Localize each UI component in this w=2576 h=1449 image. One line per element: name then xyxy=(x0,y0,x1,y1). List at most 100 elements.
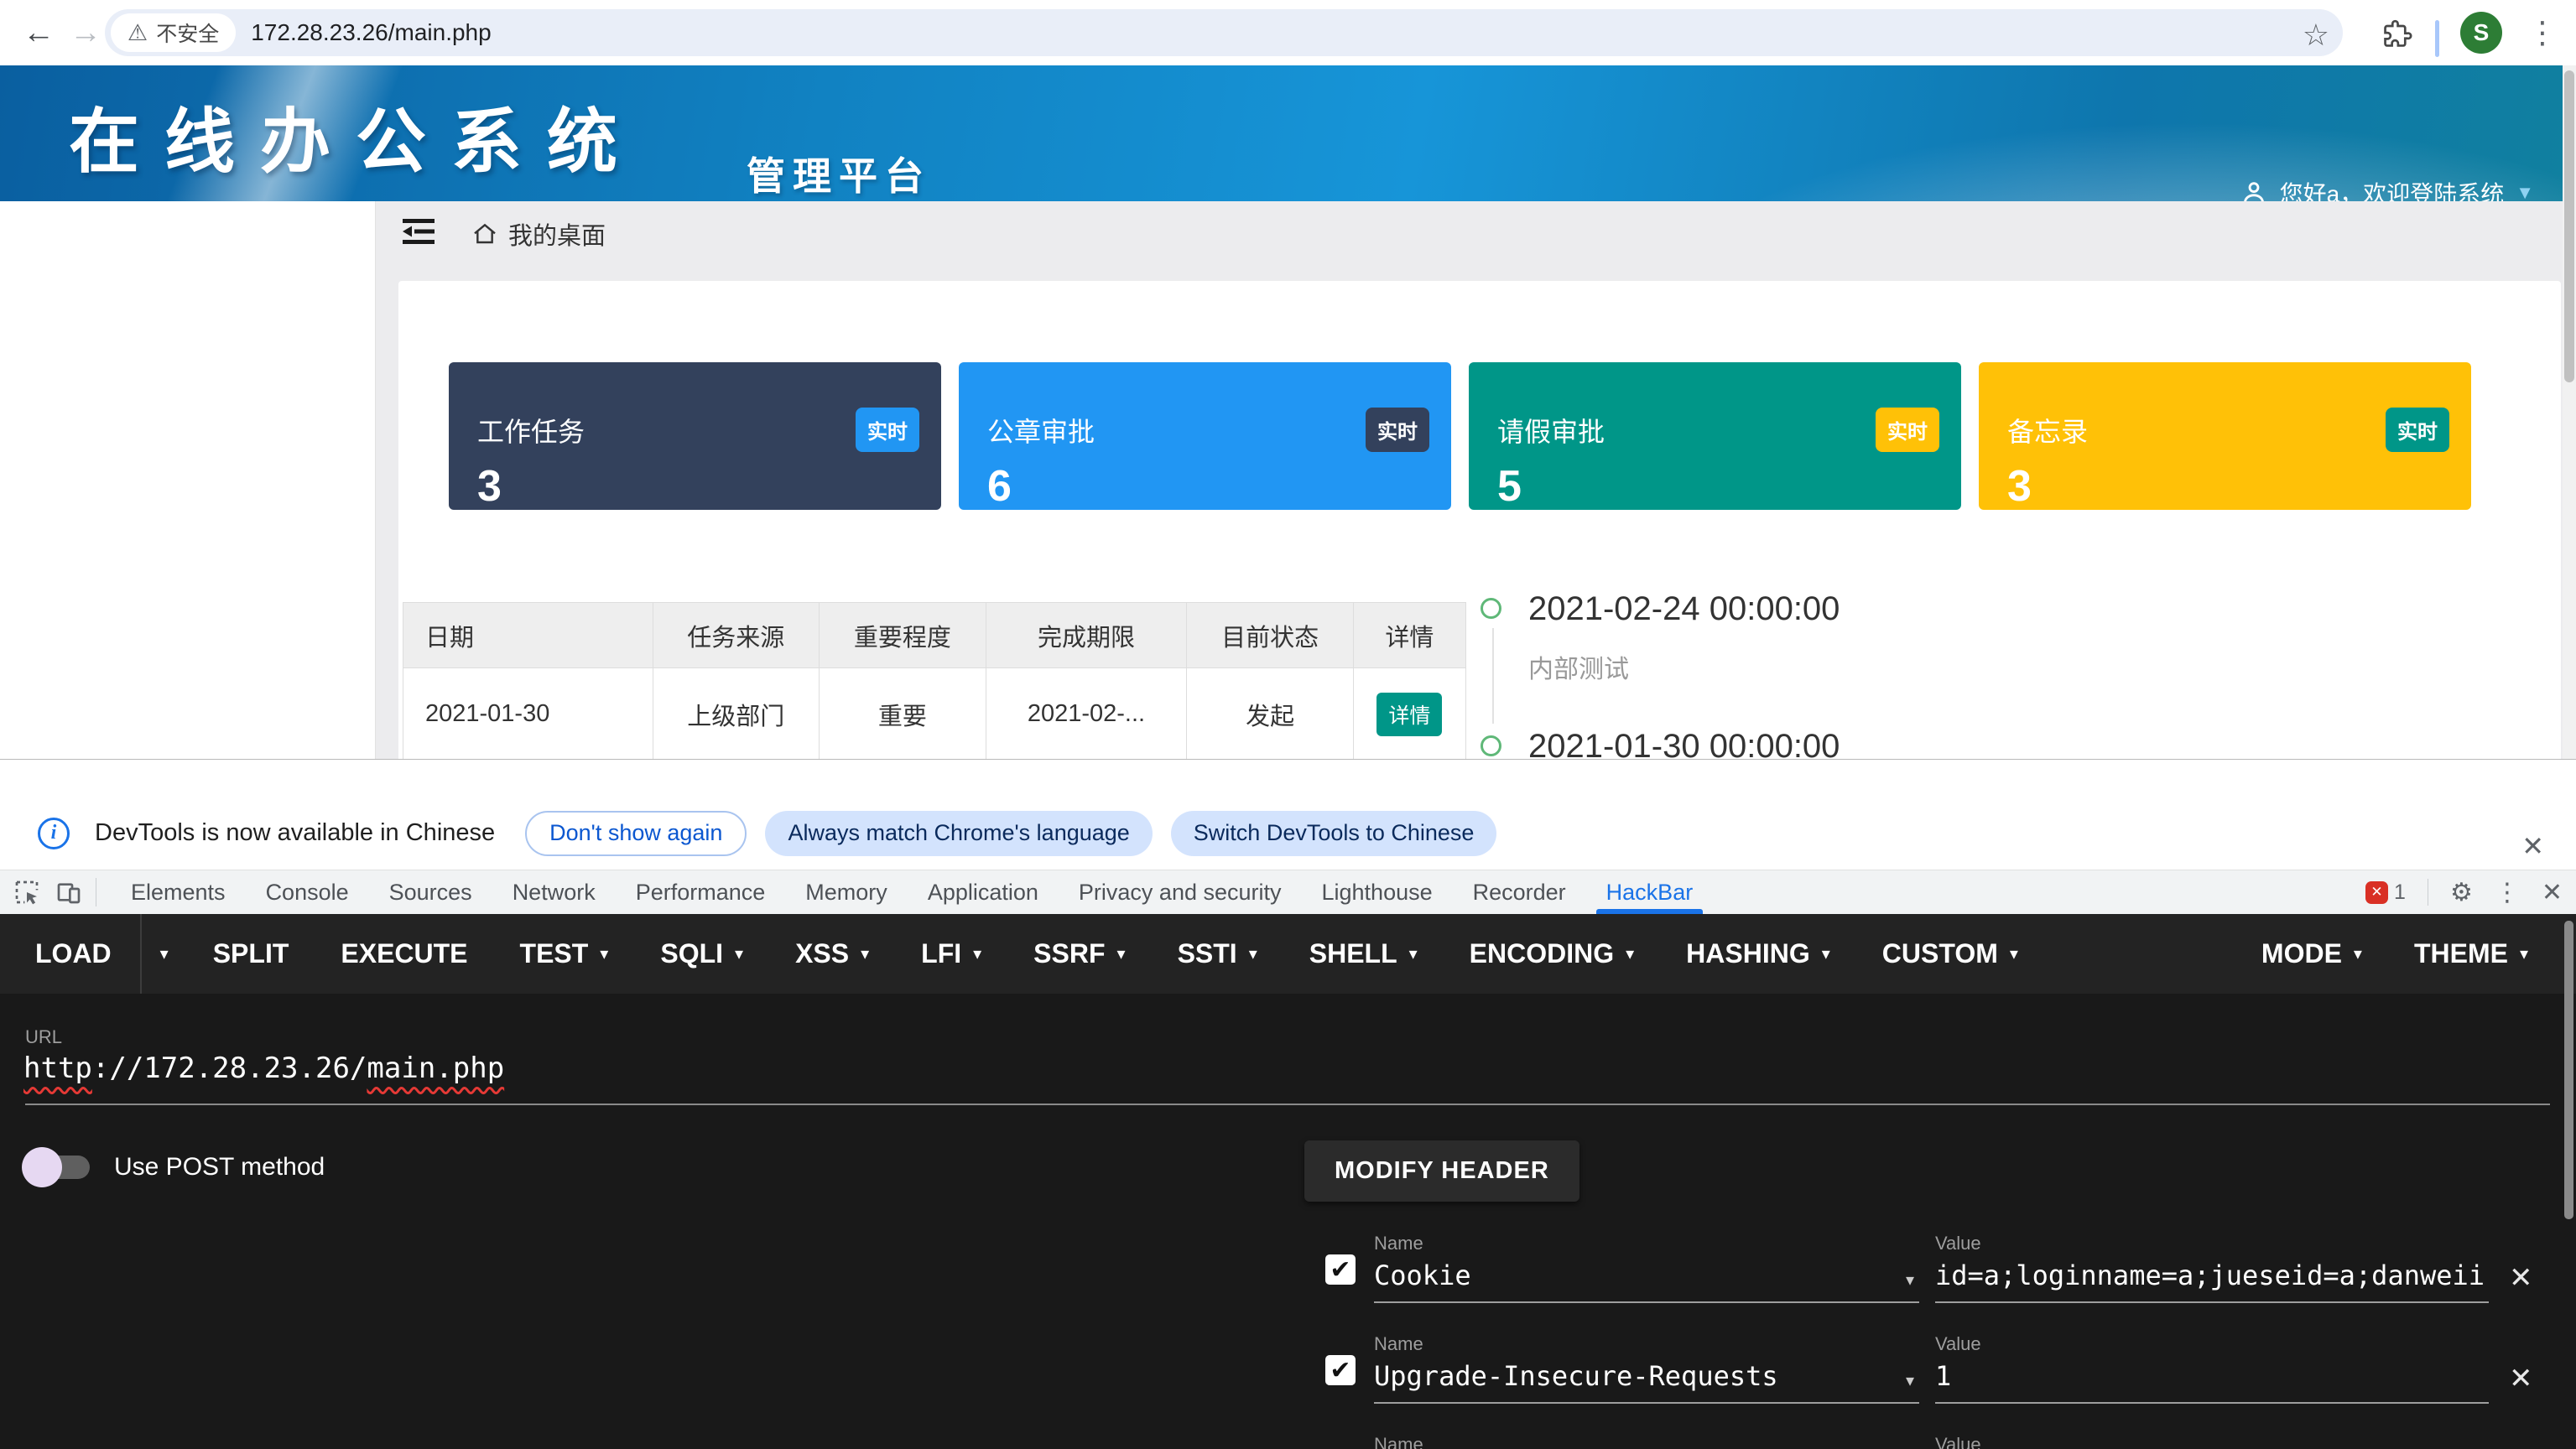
header-row: ✔ Name Cookie ▾ Value id=a;loginname=a;j… xyxy=(1304,1233,2539,1333)
stat-card[interactable]: 备忘录 3 实时 xyxy=(1979,362,2471,510)
inspect-element-icon[interactable] xyxy=(13,879,40,910)
hackbar-menu-item[interactable]: MODE ▾ xyxy=(2235,914,2388,994)
page-scrollbar[interactable] xyxy=(2563,65,2576,759)
header-name-select[interactable]: Name Upgrade-Insecure-Requests ▾ xyxy=(1374,1333,1919,1355)
notification-button[interactable]: Always match Chrome's language xyxy=(765,811,1152,856)
address-bar[interactable]: ⚠︎ 不安全 172.28.23.26/main.php ☆ xyxy=(105,9,2343,56)
realtime-badge: 实时 xyxy=(856,408,919,452)
hackbar-menu-item[interactable]: THEME ▾ xyxy=(2388,914,2554,994)
timeline-item: 2021-02-24 00:00:00 内部测试 xyxy=(1481,589,1840,727)
app-banner: 在线办公系统 管理平台 您好a，欢迎登陆系统 ▼ xyxy=(0,65,2576,201)
header-name-select[interactable]: Name ▾ xyxy=(1374,1434,1919,1449)
chevron-down-icon: ▾ xyxy=(1249,943,1257,964)
hackbar-menu-item[interactable]: SSTI ▾ xyxy=(1152,914,1283,994)
error-badge[interactable]: ✕ 1 xyxy=(2365,880,2406,905)
user-menu[interactable]: 您好a，欢迎登陆系统 ▼ xyxy=(2240,176,2534,201)
security-chip[interactable]: ⚠︎ 不安全 xyxy=(111,13,236,52)
hackbar-menu-item[interactable]: HASHING ▾ xyxy=(1660,914,1856,994)
remove-header-icon[interactable]: ✕ xyxy=(2509,1362,2533,1395)
timeline: 2021-02-24 00:00:00 内部测试 2021-01-30 00:0… xyxy=(1481,589,1840,759)
detail-button[interactable]: 详情 xyxy=(1376,693,1442,736)
task-table-header-cell: 重要程度 xyxy=(820,603,986,668)
back-icon[interactable]: ← xyxy=(15,0,62,65)
devtools-tab[interactable]: Recorder xyxy=(1453,870,1586,914)
dashboard-panel: 工作任务 3 实时 公章审批 6 实时 请假审批 5 实时 备忘录 3 实时 xyxy=(398,281,2561,759)
sidebar xyxy=(0,201,376,759)
post-method-toggle-row: Use POST method xyxy=(22,1147,325,1187)
devtools-tab-actions: ✕ 1 ⚙︎ ⋮ ✕ xyxy=(2365,870,2563,914)
error-count: 1 xyxy=(2394,880,2406,905)
cell-date: 2021-01-30 xyxy=(403,668,653,760)
name-label: Name xyxy=(1374,1434,1919,1449)
devtools-tab[interactable]: Memory xyxy=(785,870,908,914)
devtools-tab[interactable]: Elements xyxy=(111,870,246,914)
load-button[interactable]: LOAD xyxy=(0,938,140,969)
devtools-tab[interactable]: Sources xyxy=(369,870,492,914)
hackbar-menu-item[interactable]: TEST ▾ xyxy=(494,914,635,994)
sidebar-collapse-icon[interactable] xyxy=(401,215,438,252)
settings-gear-icon[interactable]: ⚙︎ xyxy=(2450,878,2473,907)
header-value-input[interactable]: Value id=a;loginname=a;jueseid=a;danweii xyxy=(1935,1233,2489,1254)
cell-source: 上级部门 xyxy=(653,668,820,760)
hackbar-menu-item[interactable]: SPLIT ▾ xyxy=(187,914,315,994)
url-input-underline xyxy=(25,1104,2550,1105)
device-toolbar-icon[interactable] xyxy=(55,879,82,910)
devtools-close-icon[interactable]: ✕ xyxy=(2542,878,2563,907)
devtools-tab[interactable]: Privacy and security xyxy=(1059,870,1302,914)
header-name-select[interactable]: Name Cookie ▾ xyxy=(1374,1233,1919,1254)
profile-avatar[interactable]: S xyxy=(2460,12,2502,54)
stat-card-label: 公章审批 xyxy=(987,411,1423,449)
hackbar-toolbar: LOAD ▾ SPLIT ▾ EXECUTE ▾ TEST ▾ SQLI ▾ xyxy=(0,914,2576,994)
modify-header-button[interactable]: MODIFY HEADER xyxy=(1304,1140,1579,1202)
url-text-segment: ://172.28.23.26/ xyxy=(92,1052,367,1085)
scrollbar-thumb[interactable] xyxy=(2564,70,2574,382)
url-text: 172.28.23.26/main.php xyxy=(251,19,491,46)
hackbar-menu: SPLIT ▾ EXECUTE ▾ TEST ▾ SQLI ▾ XSS ▾ xyxy=(187,914,2044,994)
stat-card[interactable]: 公章审批 6 实时 xyxy=(959,362,1451,510)
stat-card[interactable]: 请假审批 5 实时 xyxy=(1469,362,1961,510)
timeline-dot-icon xyxy=(1481,598,1501,619)
task-table-header-cell: 日期 xyxy=(403,603,653,668)
hackbar-menu-item[interactable]: EXECUTE ▾ xyxy=(315,914,493,994)
browser-menu-icon[interactable]: ⋮ xyxy=(2521,0,2563,65)
hackbar-menu-item[interactable]: CUSTOM ▾ xyxy=(1856,914,2044,994)
breadcrumb[interactable]: 我的桌面 xyxy=(471,216,606,252)
close-icon[interactable]: ✕ xyxy=(2521,830,2544,862)
notification-button[interactable]: Switch DevTools to Chinese xyxy=(1171,811,1497,856)
header-value-input[interactable]: Value xyxy=(1935,1434,2489,1449)
devtools-tab[interactable]: Performance xyxy=(616,870,786,914)
devtools-tab[interactable]: Lighthouse xyxy=(1302,870,1453,914)
hackbar-menu-item[interactable]: LFI ▾ xyxy=(895,914,1007,994)
devtools-tab[interactable]: Application xyxy=(908,870,1059,914)
task-table-header-cell: 完成期限 xyxy=(986,603,1187,668)
header-value-input[interactable]: Value 1 xyxy=(1935,1333,2489,1355)
header-checkbox[interactable]: ✔ xyxy=(1325,1254,1356,1285)
notification-buttons: Don't show again Always match Chrome's la… xyxy=(525,811,1496,856)
cell-deadline: 2021-02-... xyxy=(986,668,1187,760)
devtools-scrollbar-thumb[interactable] xyxy=(2564,921,2573,1219)
hackbar-menu-item[interactable]: SQLI ▾ xyxy=(634,914,769,994)
chevron-down-icon: ▾ xyxy=(2010,943,2018,964)
devtools-tab[interactable]: Console xyxy=(246,870,369,914)
header-checkbox[interactable]: ✔ xyxy=(1325,1355,1356,1385)
remove-header-icon[interactable]: ✕ xyxy=(2509,1261,2533,1295)
hackbar-menu-item[interactable]: SSRF ▾ xyxy=(1007,914,1151,994)
load-dropdown-icon[interactable]: ▾ xyxy=(142,943,187,964)
chevron-down-icon: ▾ xyxy=(2354,943,2362,964)
hackbar-menu-item[interactable]: XSS ▾ xyxy=(769,914,895,994)
forward-icon[interactable]: → xyxy=(62,0,109,65)
post-method-toggle[interactable] xyxy=(22,1147,91,1187)
stat-card-count: 3 xyxy=(2007,461,2443,512)
app-title: 在线办公系统 xyxy=(69,86,643,187)
devtools-menu-icon[interactable]: ⋮ xyxy=(2495,878,2520,907)
hackbar-menu-item[interactable]: ENCODING ▾ xyxy=(1444,914,1661,994)
stat-card[interactable]: 工作任务 3 实时 xyxy=(449,362,941,510)
select-arrow-icon: ▾ xyxy=(1906,1370,1914,1391)
hackbar-menu-item[interactable]: SHELL ▾ xyxy=(1283,914,1444,994)
extensions-icon[interactable] xyxy=(2381,18,2412,55)
bookmark-star-icon[interactable]: ☆ xyxy=(2303,18,2329,53)
notification-button[interactable]: Don't show again xyxy=(525,811,747,856)
devtools-tab[interactable]: HackBar xyxy=(1586,870,1714,914)
devtools-tab[interactable]: Network xyxy=(492,870,616,914)
url-input[interactable]: http://172.28.23.26/main.php xyxy=(23,1052,504,1085)
